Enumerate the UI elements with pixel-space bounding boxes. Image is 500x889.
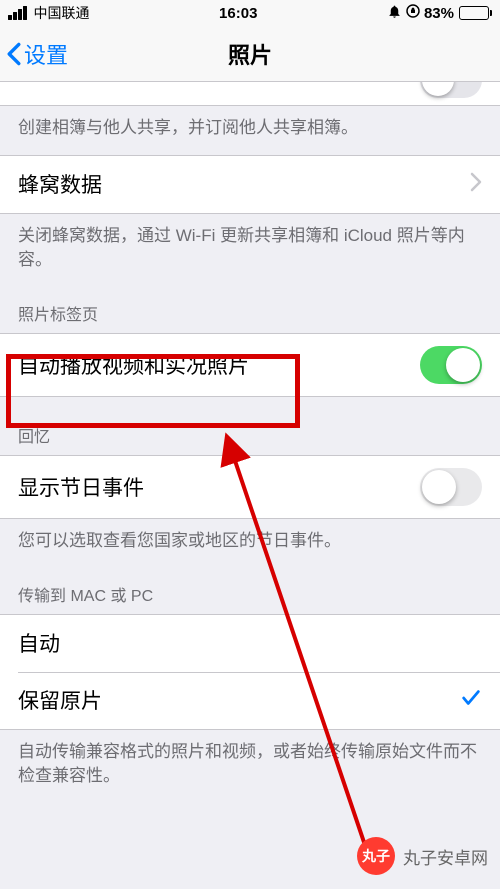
battery-icon (459, 6, 492, 20)
signal-icon (8, 6, 27, 20)
watermark: 丸子 丸子安卓网 (357, 837, 488, 875)
holiday-events-row[interactable]: 显示节日事件 (0, 456, 500, 518)
chevron-left-icon (6, 42, 22, 66)
autoplay-switch[interactable] (420, 346, 482, 384)
watermark-badge: 丸子 (357, 837, 395, 875)
nav-bar: 设置 照片 (0, 26, 500, 82)
transfer-keep-row[interactable]: 保留原片 (0, 672, 500, 729)
holiday-switch[interactable] (420, 468, 482, 506)
status-right: 83% (387, 3, 492, 23)
shared-albums-switch[interactable] (420, 82, 482, 98)
carrier-label: 中国联通 (34, 3, 90, 23)
checkmark-icon (460, 687, 482, 714)
status-bar: 中国联通 16:03 83% (0, 0, 500, 26)
transfer-group: 自动 保留原片 (0, 614, 500, 730)
battery-percent: 83% (424, 5, 454, 22)
back-label: 设置 (24, 38, 68, 70)
shared-albums-row-partial[interactable] (0, 82, 500, 106)
transfer-auto-label: 自动 (18, 628, 60, 658)
page-title: 照片 (0, 38, 500, 70)
holiday-label: 显示节日事件 (18, 472, 144, 502)
photos-tab-group: 自动播放视频和实况照片 (0, 333, 500, 397)
alarm-icon (387, 4, 402, 23)
shared-albums-footer: 创建相簿与他人共享，并订阅他人共享相簿。 (0, 106, 500, 155)
memories-footer: 您可以选取查看您国家或地区的节日事件。 (0, 519, 500, 568)
watermark-text: 丸子安卓网 (403, 844, 488, 869)
transfer-keep-label: 保留原片 (18, 685, 102, 715)
chevron-right-icon (470, 172, 482, 197)
autoplay-row[interactable]: 自动播放视频和实况照片 (0, 334, 500, 396)
transfer-footer: 自动传输兼容格式的照片和视频，或者始终传输原始文件而不检查兼容性。 (0, 730, 500, 803)
photos-tab-header: 照片标签页 (0, 287, 500, 333)
memories-group: 显示节日事件 (0, 455, 500, 519)
status-left: 中国联通 (8, 3, 90, 23)
back-button[interactable]: 设置 (0, 38, 68, 70)
cellular-group: 蜂窝数据 (0, 155, 500, 214)
transfer-auto-row[interactable]: 自动 (0, 615, 500, 672)
settings-scroll[interactable]: 创建相簿与他人共享，并订阅他人共享相簿。 蜂窝数据 关闭蜂窝数据，通过 Wi-F… (0, 82, 500, 889)
cellular-data-row[interactable]: 蜂窝数据 (0, 156, 500, 213)
orientation-lock-icon (405, 3, 421, 23)
autoplay-label: 自动播放视频和实况照片 (18, 350, 249, 380)
cellular-label: 蜂窝数据 (18, 169, 102, 199)
transfer-header: 传输到 MAC 或 PC (0, 568, 500, 614)
cellular-footer: 关闭蜂窝数据，通过 Wi-Fi 更新共享相簿和 iCloud 照片等内容。 (0, 214, 500, 287)
status-time: 16:03 (219, 5, 257, 22)
memories-header: 回忆 (0, 397, 500, 455)
